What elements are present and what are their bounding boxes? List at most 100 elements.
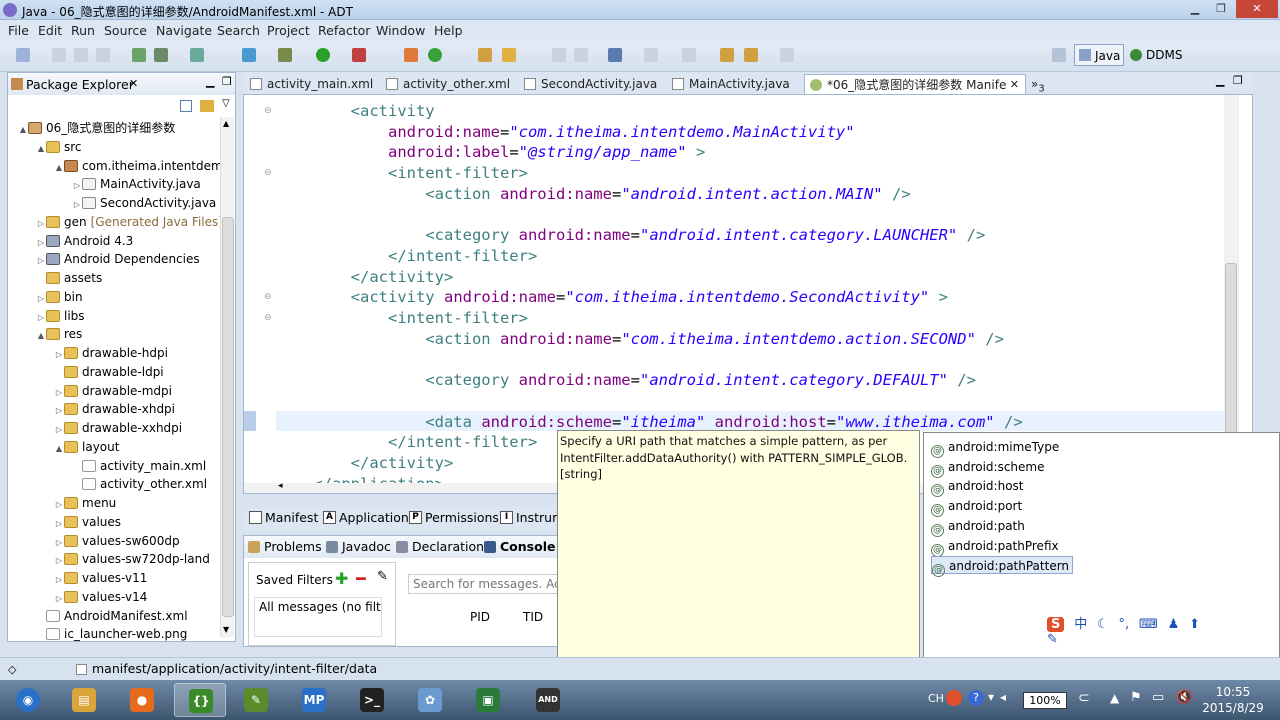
expanded-twisty-icon[interactable]: ▲ bbox=[36, 327, 46, 345]
android-app[interactable]: AND bbox=[522, 683, 574, 717]
tree-item[interactable]: ▷ values-v11 bbox=[54, 569, 148, 589]
code-line[interactable]: <category android:name="android.intent.c… bbox=[276, 225, 985, 245]
tree-item[interactable]: ▷ Android Dependencies bbox=[36, 250, 200, 268]
collapsed-twisty-icon[interactable]: ▷ bbox=[54, 496, 64, 514]
pin-icon[interactable] bbox=[608, 48, 622, 62]
toggle-mark-icon[interactable] bbox=[552, 48, 566, 62]
collapsed-twisty-icon[interactable]: ▷ bbox=[54, 515, 64, 533]
minimize-button[interactable]: ▁ bbox=[1182, 0, 1208, 18]
open-perspective-icon[interactable] bbox=[1052, 48, 1066, 62]
expanded-twisty-icon[interactable]: ▲ bbox=[36, 140, 46, 158]
tab-android-manifest[interactable]: *06_隐式意图的详细参数 Manife ✕ bbox=[804, 74, 1026, 94]
new-class-icon[interactable] bbox=[404, 48, 418, 62]
maximize-view-icon[interactable]: ❐ bbox=[222, 75, 232, 88]
menu-project[interactable]: Project bbox=[267, 23, 310, 38]
expanded-twisty-icon[interactable]: ▲ bbox=[54, 159, 64, 177]
help-tray-icon[interactable]: ? bbox=[968, 690, 984, 706]
external-tools-icon[interactable] bbox=[352, 48, 366, 62]
collapsed-twisty-icon[interactable]: ▷ bbox=[54, 590, 64, 608]
tree-item[interactable]: ▷ values bbox=[54, 513, 121, 531]
run-icon[interactable] bbox=[316, 48, 330, 62]
tab-console[interactable]: Console bbox=[482, 539, 555, 554]
print-icon[interactable] bbox=[96, 48, 110, 62]
collapsed-twisty-icon[interactable]: ▷ bbox=[54, 421, 64, 439]
code-line[interactable]: </activity> bbox=[276, 453, 454, 473]
tab-javadoc[interactable]: Javadoc bbox=[324, 539, 391, 554]
code-line[interactable]: <action android:name="android.intent.act… bbox=[276, 184, 910, 204]
completion-item[interactable]: @ android:pathPrefix bbox=[931, 537, 1059, 557]
tab-overflow[interactable]: »3 bbox=[1029, 74, 1059, 94]
lint-icon[interactable] bbox=[190, 48, 204, 62]
filter-list[interactable]: All messages (no filte bbox=[254, 597, 382, 637]
scroll-down-icon[interactable]: ▼ bbox=[223, 625, 233, 634]
last-edit-icon[interactable] bbox=[720, 48, 734, 62]
tab-activity-main-xml[interactable]: activity_main.xml bbox=[245, 74, 377, 94]
menu-edit[interactable]: Edit bbox=[38, 23, 62, 38]
avd-manager-icon[interactable] bbox=[154, 48, 168, 62]
tab-manifest[interactable]: Manifest bbox=[247, 509, 318, 527]
save-icon[interactable] bbox=[52, 48, 66, 62]
add-filter-icon[interactable]: ✚ bbox=[335, 569, 348, 588]
tree-item[interactable]: ▷ gen [Generated Java Files] bbox=[36, 213, 223, 231]
code-line[interactable]: <activity android:name="com.itheima.inte… bbox=[276, 287, 948, 307]
tab-activity-other-xml[interactable]: activity_other.xml bbox=[381, 74, 513, 94]
collapsed-twisty-icon[interactable]: ▷ bbox=[36, 290, 46, 308]
scroll-thumb[interactable] bbox=[222, 217, 234, 617]
completion-item[interactable]: @ android:mimeType bbox=[931, 438, 1059, 458]
collapsed-twisty-icon[interactable]: ▷ bbox=[54, 402, 64, 420]
adt-app[interactable]: {} bbox=[174, 683, 226, 717]
tree-item[interactable]: activity_main.xml bbox=[72, 457, 206, 475]
fold-toggle-icon[interactable]: ⊖ bbox=[264, 168, 274, 178]
collapsed-twisty-icon[interactable]: ▷ bbox=[72, 196, 82, 214]
collapsed-twisty-icon[interactable]: ▷ bbox=[54, 552, 64, 570]
tree-item[interactable]: ▷ MainActivity.java bbox=[72, 175, 201, 193]
tree-item[interactable]: ▲ res bbox=[36, 325, 82, 343]
code-line[interactable]: <data android:scheme="itheima" android:h… bbox=[276, 412, 1022, 432]
edit-filter-icon[interactable]: ✎ bbox=[377, 569, 388, 584]
explorer-app[interactable]: ▤ bbox=[58, 683, 110, 717]
toggle-block-icon[interactable] bbox=[574, 48, 588, 62]
code-line[interactable]: android:label="@string/app_name" > bbox=[276, 142, 705, 162]
tab-main-activity-java[interactable]: MainActivity.java bbox=[667, 74, 801, 94]
tree-item[interactable]: ▷ drawable-xhdpi bbox=[54, 400, 175, 418]
tree-item[interactable]: ▲ layout bbox=[54, 438, 120, 458]
column-pid[interactable]: PID bbox=[470, 610, 490, 624]
forward-icon[interactable] bbox=[780, 48, 794, 62]
tray-arrow-icon[interactable]: ◂ bbox=[1000, 690, 1006, 704]
tree-item[interactable]: ▷ SecondActivity.java bbox=[72, 194, 216, 212]
menu-window[interactable]: Window bbox=[376, 23, 425, 38]
menu-file[interactable]: File bbox=[8, 23, 29, 38]
ime-user-icon[interactable]: ♟ bbox=[1168, 617, 1180, 632]
tab-permissions[interactable]: P Permissions bbox=[407, 509, 499, 527]
view-menu-icon[interactable]: ▽ bbox=[222, 98, 230, 109]
completion-item[interactable]: @ android:path bbox=[931, 517, 1025, 537]
collapsed-twisty-icon[interactable]: ▷ bbox=[54, 346, 64, 364]
menu-navigate[interactable]: Navigate bbox=[156, 23, 212, 38]
ime-tools-icon[interactable]: ✎ bbox=[1047, 632, 1058, 647]
menu-run[interactable]: Run bbox=[71, 23, 95, 38]
ime-moon-icon[interactable]: ☾ bbox=[1097, 617, 1109, 632]
tree-item[interactable]: ▲ com.itheima.intentdemo bbox=[54, 157, 230, 175]
tree-item[interactable]: ▷ drawable-mdpi bbox=[54, 382, 172, 400]
maximize-button[interactable]: ❐ bbox=[1208, 0, 1234, 18]
new-package-icon[interactable] bbox=[428, 48, 442, 62]
language-indicator[interactable]: CH bbox=[928, 692, 944, 705]
code-line[interactable]: <intent-filter> bbox=[276, 308, 528, 328]
network-tray-icon[interactable]: ⊂ bbox=[1078, 690, 1090, 706]
tab-declaration[interactable]: Declaration bbox=[394, 539, 484, 554]
completion-item[interactable]: @ android:pathPattern bbox=[931, 556, 1074, 578]
cmd-app[interactable]: >_ bbox=[346, 683, 398, 717]
menu-refactor[interactable]: Refactor bbox=[318, 23, 370, 38]
completion-item[interactable]: @ android:scheme bbox=[931, 458, 1045, 478]
tab-problems[interactable]: Problems bbox=[246, 539, 322, 554]
tree-item[interactable]: drawable-ldpi bbox=[54, 363, 164, 381]
collapsed-twisty-icon[interactable]: ▷ bbox=[54, 571, 64, 589]
code-line[interactable]: <intent-filter> bbox=[276, 163, 528, 183]
tab-instrumentation[interactable]: I Instrum bbox=[498, 509, 564, 527]
sogou-ime-icon[interactable]: S bbox=[1047, 617, 1065, 632]
tree-item[interactable]: activity_other.xml bbox=[72, 475, 207, 493]
tree-item[interactable]: ▷ values-sw720dp-land bbox=[54, 550, 210, 568]
expanded-twisty-icon[interactable]: ▲ bbox=[54, 440, 64, 458]
code-line[interactable]: <action android:name="com.itheima.intent… bbox=[276, 329, 1004, 349]
tree-item[interactable]: ▲ src bbox=[36, 138, 82, 156]
